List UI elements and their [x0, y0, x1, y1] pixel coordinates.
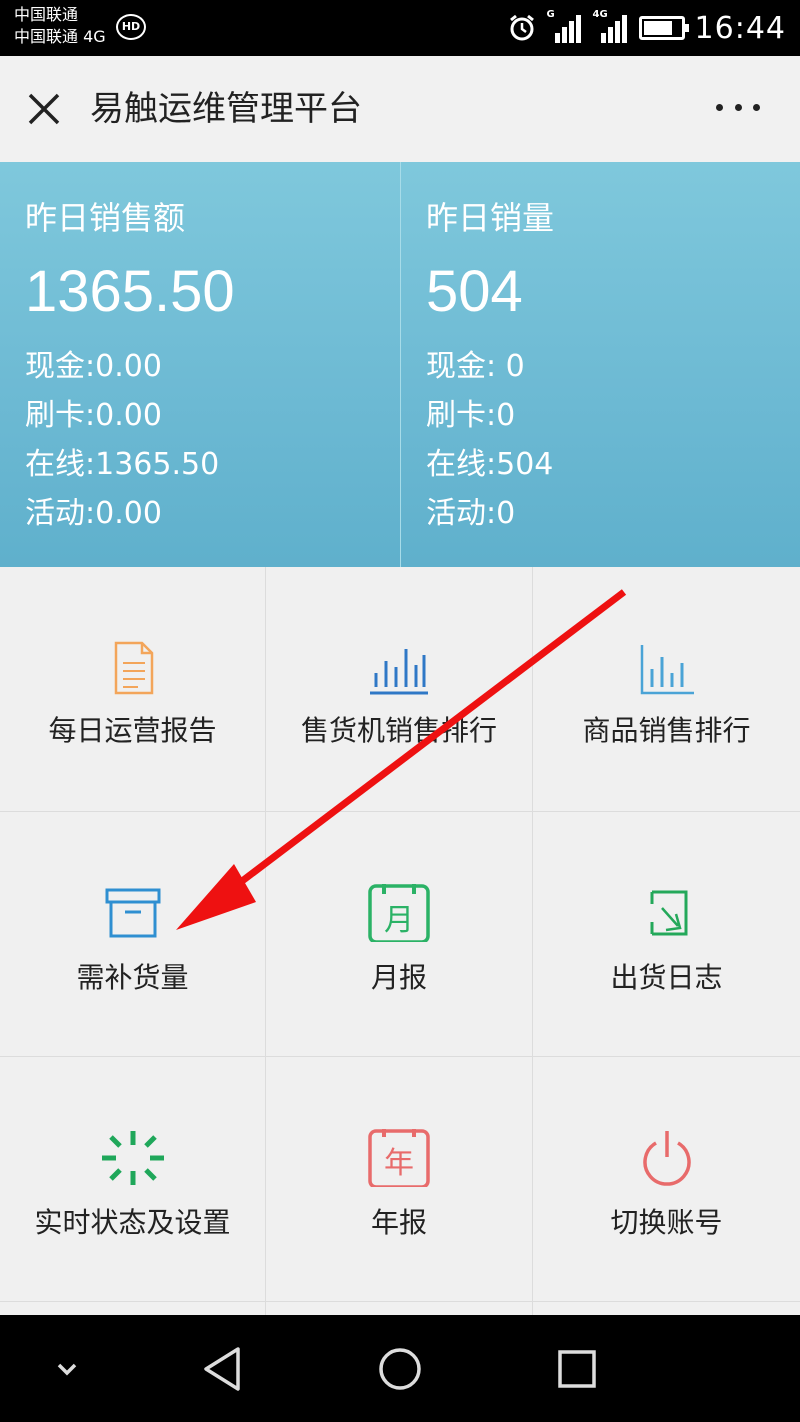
menu-grid: 每日运营报告 售货机销售排行 商品销售排行 需补货量 月 月报 出货日志 实时状…: [0, 567, 800, 1315]
menu-shipment-log[interactable]: 出货日志: [533, 812, 800, 1057]
stat-label: 昨日销售额: [25, 199, 186, 237]
sales-volume-card[interactable]: 昨日销量 504 现金: 0 刷卡:0 在线:504 活动:0: [400, 162, 800, 567]
stats-panel: 昨日销售额 1365.50 现金:0.00 刷卡:0.00 在线:1365.50…: [0, 162, 800, 567]
menu-label: 售货机销售排行: [300, 714, 497, 747]
menu-label: 实时状态及设置: [34, 1206, 231, 1239]
chevron-down-icon[interactable]: [37, 1339, 97, 1399]
battery-icon: [638, 16, 689, 40]
menu-restock[interactable]: 需补货量: [0, 812, 266, 1057]
menu-product-ranking[interactable]: 商品销售排行: [533, 567, 800, 812]
menu-annual-report[interactable]: 年 年报: [266, 1057, 533, 1302]
menu-machine-ranking[interactable]: 售货机销售排行: [266, 567, 533, 812]
menu-label: 切换账号: [610, 1206, 723, 1239]
carrier-1: 中国联通: [14, 5, 79, 24]
grid-row-partial: [0, 1302, 800, 1315]
page-title: 易触运维管理平台: [90, 89, 362, 129]
battery-level: [643, 21, 672, 35]
back-icon[interactable]: [192, 1339, 252, 1399]
stat-card: 刷卡:0: [426, 398, 516, 433]
app-header: 易触运维管理平台: [0, 56, 800, 162]
menu-daily-report[interactable]: 每日运营报告: [0, 567, 266, 812]
stat-value: 504: [426, 259, 523, 324]
menu-label: 年报: [370, 1206, 427, 1239]
signal-1-label: G: [546, 9, 555, 20]
stat-online: 在线:1365.50: [25, 447, 220, 482]
stat-promo: 活动:0: [426, 496, 516, 531]
stat-value: 1365.50: [25, 259, 235, 324]
bar-chart-icon: [640, 645, 694, 695]
signal-2-icon: 4G: [593, 9, 629, 45]
menu-label: 商品销售排行: [582, 714, 751, 747]
status-icons: G 4G 16:44: [507, 8, 786, 48]
recent-apps-icon[interactable]: [547, 1339, 607, 1399]
close-icon[interactable]: [26, 91, 62, 127]
stat-label: 昨日销量: [426, 199, 555, 237]
clock: 16:44: [694, 10, 786, 46]
signal-1-icon: G: [546, 9, 583, 45]
status-bar: 中国联通 中国联通 4G HD G 4G 16:44: [0, 0, 800, 56]
menu-label: 月报: [370, 961, 427, 994]
more-options-icon[interactable]: [716, 104, 760, 116]
stat-card: 刷卡:0.00: [25, 398, 162, 433]
system-nav-bar: [0, 1315, 800, 1422]
menu-label: 每日运营报告: [48, 714, 217, 747]
alarm-icon: [509, 14, 534, 41]
menu-label: 出货日志: [610, 961, 723, 994]
stat-promo: 活动:0.00: [25, 496, 162, 531]
calendar-month-icon: 月: [368, 884, 430, 942]
box-icon: [105, 888, 160, 938]
calendar-glyph: 年: [384, 1146, 414, 1181]
stat-breakdown: 现金: 0 刷卡:0 在线:504 活动:0: [426, 342, 553, 538]
sales-amount-card[interactable]: 昨日销售额 1365.50 现金:0.00 刷卡:0.00 在线:1365.50…: [0, 162, 400, 567]
log-icon: [650, 890, 687, 936]
carrier-2: 中国联通 4G: [14, 27, 106, 46]
menu-switch-account[interactable]: 切换账号: [533, 1057, 800, 1302]
hd-call-icon: HD: [116, 14, 146, 40]
power-icon: [642, 1131, 691, 1186]
stat-online: 在线:504: [426, 447, 554, 482]
document-icon: [114, 641, 153, 695]
calendar-glyph: 月: [384, 903, 414, 938]
menu-realtime-status[interactable]: 实时状态及设置: [0, 1057, 266, 1302]
bar-chart-icon: [370, 649, 428, 695]
stat-breakdown: 现金:0.00 刷卡:0.00 在线:1365.50 活动:0.00: [25, 342, 219, 538]
stat-cash: 现金:0.00: [25, 349, 162, 384]
calendar-year-icon: 年: [368, 1129, 430, 1187]
carrier-info: 中国联通 中国联通 4G: [14, 4, 106, 48]
stat-cash: 现金: 0: [426, 349, 525, 384]
menu-label: 需补货量: [76, 961, 189, 994]
home-icon[interactable]: [370, 1339, 430, 1399]
menu-monthly-report[interactable]: 月 月报: [266, 812, 533, 1057]
loading-icon: [101, 1131, 164, 1185]
